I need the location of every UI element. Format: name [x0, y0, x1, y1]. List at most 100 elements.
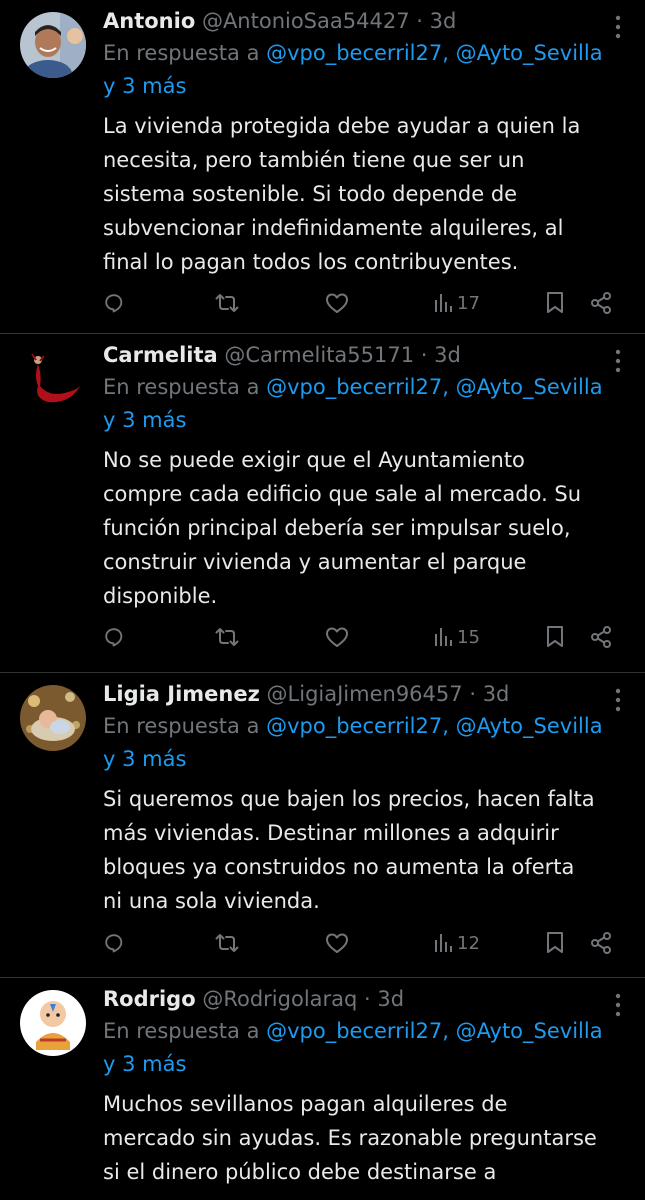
reply-tweet[interactable]: Antonio @AntonioSaa54427 · 3d En respues… — [0, 0, 645, 334]
tweet-content: Ligia Jimenez @LigiaJimen96457 · 3d En r… — [103, 679, 633, 918]
share-icon — [591, 932, 611, 954]
reply-context: En respuesta a @vpo_becerril27, @Ayto_Se… — [103, 710, 623, 776]
tweet-text-line: La vivienda protegida debe ayudar a quie… — [103, 114, 581, 138]
tweet-header: Ligia Jimenez @LigiaJimen96457 · 3d — [103, 679, 633, 709]
tweet-header: Antonio @AntonioSaa54427 · 3d — [103, 6, 633, 36]
user-handle[interactable]: @LigiaJimen96457 — [267, 682, 463, 706]
timestamp[interactable]: 3d — [430, 9, 457, 33]
views-button[interactable]: 15 — [433, 622, 480, 652]
separator-dot: · — [416, 9, 423, 33]
reply-prefix: En respuesta a — [103, 1019, 267, 1043]
reply-more-link[interactable]: y 3 más — [103, 1052, 186, 1076]
tweet-text-line: ni una sola vivienda. — [103, 889, 320, 913]
tweet-text: No se puede exigir que el Ayuntamiento c… — [103, 443, 628, 613]
like-button[interactable] — [325, 622, 349, 652]
retweet-button[interactable] — [215, 928, 239, 958]
tweet-header: Carmelita @Carmelita55171 · 3d — [103, 340, 633, 370]
bookmark-button[interactable] — [545, 622, 565, 652]
share-icon — [591, 292, 611, 314]
timestamp[interactable]: 3d — [434, 343, 461, 367]
tweet-text-line: necesita, pero también tiene que ser un — [103, 148, 525, 172]
separator-dot: · — [469, 682, 476, 706]
display-name[interactable]: Antonio — [103, 9, 195, 33]
avatar[interactable] — [20, 990, 86, 1056]
reply-more-link[interactable]: y 3 más — [103, 747, 186, 771]
avatar[interactable] — [20, 346, 86, 412]
timestamp[interactable]: 3d — [483, 682, 510, 706]
reply-icon — [105, 294, 123, 313]
tweet-text-line: Muchos sevillanos pagan alquileres de — [103, 1092, 508, 1116]
tweet-text-line: bloques ya construidos no aumenta la ofe… — [103, 855, 575, 879]
avatar[interactable] — [20, 685, 86, 751]
action-bar: 12 — [103, 928, 623, 958]
display-name[interactable]: Carmelita — [103, 343, 218, 367]
mention-links[interactable]: @vpo_becerril27, @Ayto_Sevilla — [266, 41, 602, 65]
bookmark-icon — [547, 626, 563, 647]
reply-icon — [105, 628, 123, 647]
reply-prefix: En respuesta a — [103, 375, 267, 399]
avatar[interactable] — [20, 12, 86, 78]
bookmark-icon — [547, 932, 563, 953]
reply-more-link[interactable]: y 3 más — [103, 74, 186, 98]
mention-links[interactable]: @vpo_becerril27, @Ayto_Sevilla — [266, 375, 602, 399]
mention-links[interactable]: @vpo_becerril27, @Ayto_Sevilla — [266, 714, 602, 738]
tweet-content: Rodrigo @Rodrigolaraq · 3d En respuesta … — [103, 984, 633, 1189]
like-icon — [326, 293, 348, 313]
reply-icon — [105, 934, 123, 953]
display-name[interactable]: Ligia Jimenez — [103, 682, 260, 706]
user-handle[interactable]: @Rodrigolaraq — [202, 987, 357, 1011]
separator-dot: · — [364, 987, 371, 1011]
tweet-text-line: si el dinero público debe destinarse a — [103, 1160, 497, 1184]
bookmark-icon — [547, 292, 563, 313]
reply-tweet[interactable]: Ligia Jimenez @LigiaJimen96457 · 3d En r… — [0, 673, 645, 978]
like-icon — [326, 933, 348, 953]
reply-button[interactable] — [103, 288, 125, 318]
reply-feed: Antonio @AntonioSaa54427 · 3d En respues… — [0, 0, 645, 1200]
tweet-text-line: No se puede exigir que el Ayuntamiento — [103, 448, 525, 472]
bookmark-button[interactable] — [545, 928, 565, 958]
views-icon — [435, 934, 452, 952]
share-icon — [591, 626, 611, 648]
retweet-icon — [215, 628, 239, 646]
tweet-text: Si queremos que bajen los precios, hacen… — [103, 782, 628, 918]
tweet-text-line: final lo pagan todos los contribuyentes. — [103, 250, 519, 274]
separator-dot: · — [420, 343, 428, 367]
reply-button[interactable] — [103, 928, 125, 958]
reply-context: En respuesta a @vpo_becerril27, @Ayto_Se… — [103, 371, 623, 437]
views-icon — [435, 294, 452, 312]
timestamp[interactable]: 3d — [377, 987, 404, 1011]
action-bar: 15 — [103, 622, 623, 652]
bookmark-button[interactable] — [545, 288, 565, 318]
reply-more-link[interactable]: y 3 más — [103, 408, 186, 432]
tweet-text-line: compre cada edificio que sale al mercado… — [103, 482, 582, 506]
reply-tweet[interactable]: Carmelita @Carmelita55171 · 3d En respue… — [0, 334, 645, 673]
views-count: 15 — [457, 626, 480, 648]
reply-prefix: En respuesta a — [103, 41, 267, 65]
display-name[interactable]: Rodrigo — [103, 987, 196, 1011]
views-icon — [435, 628, 452, 646]
tweet-text: La vivienda protegida debe ayudar a quie… — [103, 109, 628, 279]
retweet-button[interactable] — [215, 622, 239, 652]
share-button[interactable] — [589, 622, 613, 652]
tweet-text-line: disponible. — [103, 584, 218, 608]
like-button[interactable] — [325, 928, 349, 958]
share-button[interactable] — [589, 928, 613, 958]
like-button[interactable] — [325, 288, 349, 318]
reply-button[interactable] — [103, 622, 125, 652]
retweet-button[interactable] — [215, 288, 239, 318]
tweet-content: Antonio @AntonioSaa54427 · 3d En respues… — [103, 6, 633, 279]
views-button[interactable]: 12 — [433, 928, 480, 958]
views-button[interactable]: 17 — [433, 288, 480, 318]
reply-tweet[interactable]: Rodrigo @Rodrigolaraq · 3d En respuesta … — [0, 978, 645, 1200]
user-handle[interactable]: @Carmelita55171 — [224, 343, 414, 367]
share-button[interactable] — [589, 288, 613, 318]
tweet-header: Rodrigo @Rodrigolaraq · 3d — [103, 984, 633, 1014]
retweet-icon — [215, 294, 239, 312]
tweet-text-line: función principal debería ser impulsar s… — [103, 516, 571, 540]
action-bar: 17 — [103, 288, 623, 318]
tweet-text: Muchos sevillanos pagan alquileres de me… — [103, 1087, 628, 1189]
mention-links[interactable]: @vpo_becerril27, @Ayto_Sevilla — [266, 1019, 602, 1043]
user-handle[interactable]: @AntonioSaa54427 — [202, 9, 410, 33]
reply-context: En respuesta a @vpo_becerril27, @Ayto_Se… — [103, 37, 623, 103]
views-count: 17 — [457, 292, 480, 314]
